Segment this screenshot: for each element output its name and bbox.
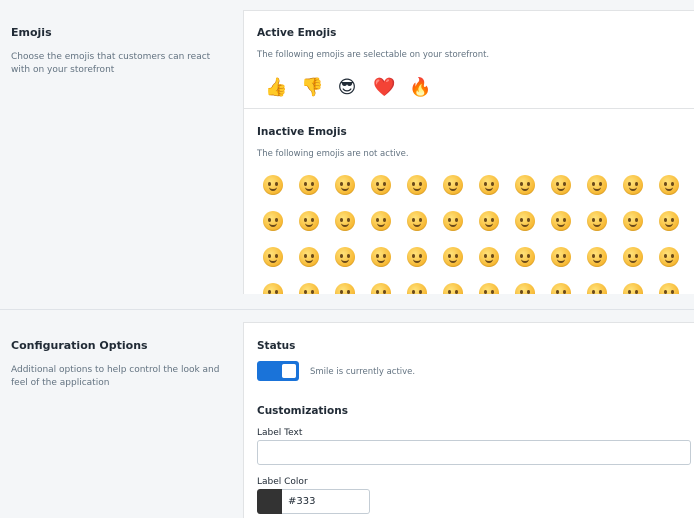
inactive-emoji-icon[interactable] <box>515 175 535 195</box>
active-emoji-fire-icon[interactable]: 🔥 <box>409 78 431 98</box>
inactive-emoji-icon[interactable] <box>623 247 643 267</box>
inactive-emoji-icon[interactable] <box>407 175 427 195</box>
inactive-emoji-icon[interactable] <box>551 175 571 195</box>
inactive-emoji-icon[interactable] <box>299 211 319 231</box>
active-emoji-red-heart-icon[interactable]: ❤️ <box>373 78 395 98</box>
label-color-input[interactable]: #333 <box>282 489 370 514</box>
inactive-emoji-icon[interactable] <box>659 247 679 267</box>
inactive-emoji-icon[interactable] <box>623 283 643 294</box>
inactive-emoji-icon[interactable] <box>263 175 283 195</box>
label-color-swatch[interactable] <box>257 489 282 514</box>
inactive-emoji-icon[interactable] <box>443 211 463 231</box>
inactive-emoji-icon[interactable] <box>443 283 463 294</box>
inactive-emoji-icon[interactable] <box>515 247 535 267</box>
emojis-section-title: Emojis <box>11 26 52 39</box>
inactive-emoji-icon[interactable] <box>407 211 427 231</box>
active-emoji-list: 👍 👎 😎 ❤️ 🔥 <box>265 78 465 102</box>
inactive-emoji-icon[interactable] <box>335 175 355 195</box>
inactive-emoji-icon[interactable] <box>299 283 319 294</box>
inactive-emoji-icon[interactable] <box>371 283 391 294</box>
inactive-emojis-title: Inactive Emojis <box>257 126 347 138</box>
inactive-emoji-icon[interactable] <box>623 175 643 195</box>
inactive-emoji-icon[interactable] <box>551 247 571 267</box>
inactive-emoji-icon[interactable] <box>335 211 355 231</box>
configuration-card: Status Smile is currently active. Custom… <box>243 322 694 518</box>
inactive-emoji-icon[interactable] <box>659 175 679 195</box>
inactive-emoji-icon[interactable] <box>479 175 499 195</box>
status-title: Status <box>257 340 296 352</box>
section-divider <box>0 309 694 310</box>
inactive-emoji-icon[interactable] <box>479 211 499 231</box>
inactive-emoji-icon[interactable] <box>443 175 463 195</box>
emojis-section-info: Emojis Choose the emojis that customers … <box>11 26 226 77</box>
inactive-emoji-icon[interactable] <box>479 283 499 294</box>
inactive-emoji-icon[interactable] <box>299 175 319 195</box>
inactive-emoji-icon[interactable] <box>479 247 499 267</box>
status-toggle[interactable] <box>257 361 299 381</box>
inactive-emoji-icon[interactable] <box>263 211 283 231</box>
inactive-emoji-icon[interactable] <box>551 283 571 294</box>
inactive-emoji-icon[interactable] <box>587 175 607 195</box>
inactive-emoji-icon[interactable] <box>263 283 283 294</box>
toggle-knob <box>282 364 296 378</box>
inactive-emoji-icon[interactable] <box>587 247 607 267</box>
inactive-emoji-icon[interactable] <box>263 247 283 267</box>
config-section-title: Configuration Options <box>11 339 148 352</box>
active-emojis-card: Active Emojis The following emojis are s… <box>243 10 694 108</box>
active-emoji-thumbs-up-icon[interactable]: 👍 <box>265 78 287 98</box>
inactive-emoji-icon[interactable] <box>335 283 355 294</box>
emojis-section-description: Choose the emojis that customers can rea… <box>11 52 211 75</box>
inactive-emoji-icon[interactable] <box>407 247 427 267</box>
active-emoji-thumbs-down-icon[interactable]: 👎 <box>301 78 323 98</box>
active-emoji-sunglasses-face-icon[interactable]: 😎 <box>337 78 357 98</box>
inactive-emoji-icon[interactable] <box>515 283 535 294</box>
label-text-input[interactable] <box>257 440 691 465</box>
inactive-emoji-icon[interactable] <box>371 247 391 267</box>
inactive-emojis-card: Inactive Emojis The following emojis are… <box>243 108 694 294</box>
config-section-info: Configuration Options Additional options… <box>11 339 226 390</box>
inactive-emoji-icon[interactable] <box>587 283 607 294</box>
customizations-title: Customizations <box>257 405 348 417</box>
inactive-emoji-icon[interactable] <box>515 211 535 231</box>
active-emojis-title: Active Emojis <box>257 27 337 39</box>
inactive-emoji-icon[interactable] <box>623 211 643 231</box>
label-color-label: Label Color <box>257 477 308 487</box>
inactive-emoji-icon[interactable] <box>587 211 607 231</box>
label-text-label: Label Text <box>257 428 303 438</box>
config-section-description: Additional options to help control the l… <box>11 365 220 388</box>
active-emojis-subtitle: The following emojis are selectable on y… <box>257 50 490 60</box>
inactive-emoji-icon[interactable] <box>371 211 391 231</box>
inactive-emoji-icon[interactable] <box>335 247 355 267</box>
inactive-emoji-grid <box>263 175 693 294</box>
inactive-emoji-icon[interactable] <box>371 175 391 195</box>
status-text: Smile is currently active. <box>310 367 416 377</box>
inactive-emoji-icon[interactable] <box>443 247 463 267</box>
inactive-emoji-icon[interactable] <box>299 247 319 267</box>
inactive-emoji-icon[interactable] <box>659 211 679 231</box>
inactive-emoji-icon[interactable] <box>659 283 679 294</box>
inactive-emoji-icon[interactable] <box>407 283 427 294</box>
inactive-emojis-subtitle: The following emojis are not active. <box>257 149 409 159</box>
inactive-emoji-icon[interactable] <box>551 211 571 231</box>
